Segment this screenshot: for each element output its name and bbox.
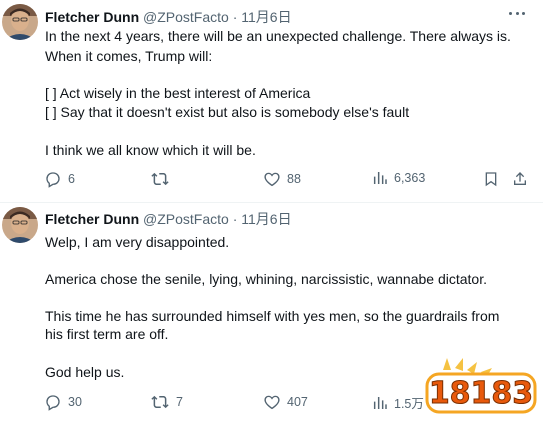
reply-button[interactable]: 30 xyxy=(44,393,82,411)
views-icon xyxy=(373,396,387,409)
bookmark-button[interactable] xyxy=(483,170,499,188)
separator-dot: · xyxy=(232,9,238,25)
author-handle[interactable]: @ZPostFacto xyxy=(143,9,229,25)
repost-button[interactable]: 7 xyxy=(150,393,183,411)
tweet-line: This time he has surrounded himself with… xyxy=(45,308,500,324)
tweet-header: Fletcher Dunn @ZPostFacto · 11月6日 xyxy=(45,211,292,228)
repost-icon xyxy=(151,172,169,186)
action-bar: 6 88 6,363 xyxy=(0,170,543,190)
reply-button[interactable]: 6 xyxy=(44,170,75,188)
author-name[interactable]: Fletcher Dunn xyxy=(45,211,139,227)
like-count: 88 xyxy=(287,172,301,186)
tweet-line: When it comes, Trump will: xyxy=(45,48,213,64)
tweet-line: In the next 4 years, there will be an un… xyxy=(45,28,511,44)
tweet-header: Fletcher Dunn @ZPostFacto · 11月6日 xyxy=(45,9,292,26)
repost-button[interactable] xyxy=(150,170,176,188)
tweet-date[interactable]: 11月6日 xyxy=(241,9,291,25)
tweet-line: his first term are off. xyxy=(45,326,169,342)
tweet-1[interactable]: Fletcher Dunn @ZPostFacto · 11月6日 In the… xyxy=(0,0,543,202)
view-count: 6,363 xyxy=(394,171,426,185)
bookmark-icon xyxy=(485,172,497,187)
share-icon xyxy=(514,172,526,185)
tweet-date[interactable]: 11月6日 xyxy=(241,211,291,227)
repost-icon xyxy=(151,395,169,409)
like-icon xyxy=(264,395,280,410)
repost-count: 7 xyxy=(176,395,183,409)
tweet-line: Welp, I am very disappointed. xyxy=(45,234,230,250)
views-icon xyxy=(373,172,387,184)
tweet-line: [ ] Say that it doesn't exist but also i… xyxy=(45,104,410,120)
views-button[interactable]: 6,363 xyxy=(372,170,425,186)
reply-count: 30 xyxy=(68,395,82,409)
reply-icon xyxy=(46,172,60,188)
avatar[interactable] xyxy=(2,4,38,40)
like-button[interactable]: 88 xyxy=(263,170,301,188)
author-name[interactable]: Fletcher Dunn xyxy=(45,9,139,25)
reply-icon xyxy=(46,395,60,411)
tweet-line: [ ] Act wisely in the best interest of A… xyxy=(45,85,311,101)
watermark-logo: 18183 xyxy=(421,356,539,416)
views-button[interactable]: 1.5万 xyxy=(372,393,424,412)
tweet-line: God help us. xyxy=(45,364,125,380)
share-button[interactable] xyxy=(512,170,528,188)
tweet-line: I think we all know which it will be. xyxy=(45,142,256,158)
reply-count: 6 xyxy=(68,172,75,186)
like-count: 407 xyxy=(287,395,308,409)
author-handle[interactable]: @ZPostFacto xyxy=(143,211,229,227)
more-icon[interactable] xyxy=(509,10,525,16)
tweet-line: America chose the senile, lying, whining… xyxy=(45,271,487,287)
watermark-text: 18183 xyxy=(429,376,533,411)
like-button[interactable]: 407 xyxy=(263,393,308,411)
view-count: 1.5万 xyxy=(394,397,424,411)
separator-dot: · xyxy=(232,211,238,227)
like-icon xyxy=(264,172,280,187)
avatar[interactable] xyxy=(2,207,38,243)
